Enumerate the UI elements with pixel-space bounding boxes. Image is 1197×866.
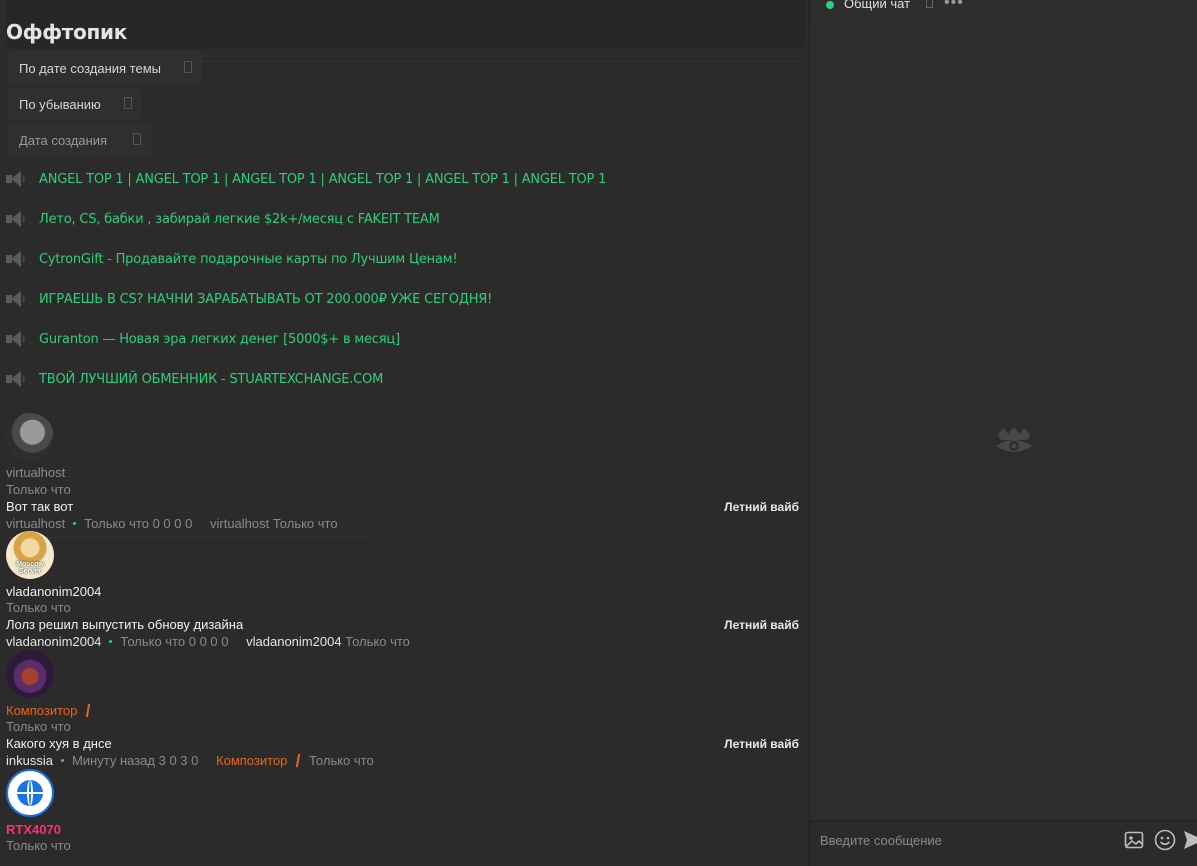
thread-author[interactable]: RTX4070 [6,822,61,837]
last-post-user[interactable]: virtualhost [210,516,269,531]
sort-field-dropdown[interactable]: По дате создания темы [8,51,202,85]
thread-forum[interactable]: Летний вайб [724,737,799,751]
megaphone-icon [6,291,28,307]
thread-title[interactable]: Какого хуя в днсе [6,736,112,751]
thread-item[interactable]: Moscow Server vladanonim2004 Только что … [6,531,806,651]
thread-item[interactable]: virtualhost Только что Вот так вот Летни… [6,413,806,538]
meta-time: Только что [120,634,186,649]
main-content: Оффтопик По дате создания темы По убыван… [0,0,808,866]
thread-stats: 0 0 0 0 [188,634,229,649]
promo-link[interactable]: ИГРАЕШЬ В CS? НАЧНИ ЗАРАБАТЫВАТЬ ОТ 200.… [39,292,492,307]
last-post-time: Только что [272,516,338,531]
chat-panel: Общий чат ••• Введите сообщение [809,0,1197,866]
meta-user[interactable]: inkussia [6,753,53,768]
chat-messages [810,22,1197,820]
date-filter-label: Дата создания [19,132,108,148]
page-title: Оффтопик [6,20,128,44]
thread-meta: vladanonim2004 Только что 0 0 0 0 vladano… [6,634,410,649]
thread-time: Только что [6,719,71,734]
message-input[interactable]: Введите сообщение [820,833,942,848]
chevron-down-icon [124,97,132,109]
promo-link[interactable]: Лето, CS, бабки , забирай легкие $2k+/ме… [39,212,440,227]
promo-item[interactable]: ИГРАЕШЬ В CS? НАЧНИ ЗАРАБАТЫВАТЬ ОТ 200.… [6,289,492,309]
avatar[interactable] [6,650,54,698]
sort-order-label: По убыванию [19,96,101,112]
megaphone-icon [6,211,28,227]
logo-icon [996,427,1032,452]
chevron-down-icon [133,133,141,145]
promo-item[interactable]: ANGEL TOP 1 | ANGEL TOP 1 | ANGEL TOP 1 … [6,169,606,189]
thread-author[interactable]: virtualhost [6,465,65,480]
date-filter-dropdown[interactable]: Дата создания [8,123,151,157]
chevron-down-icon [184,61,192,73]
thread-time: Только что [6,838,71,853]
promo-link[interactable]: ТВОЙ ЛУЧШИЙ ОБМЕННИК - STUARTEXCHANGE.CO… [39,372,383,387]
promo-item[interactable]: Guranton — Новая эра легких денег [5000$… [6,329,400,349]
smile-icon[interactable] [1154,829,1176,851]
meta-time: Только что [84,516,149,531]
title-bar: Оффтопик [6,0,806,49]
image-icon[interactable] [1124,830,1144,850]
dot-separator [109,640,113,643]
thread-meta: inkussia Минуту назад 3 0 3 0 Композитор … [6,753,374,768]
thread-time: Только что [6,482,71,497]
app-root: Оффтопик По дате создания темы По убыван… [0,0,1197,866]
thread-author[interactable]: Композитор [6,703,91,718]
megaphone-icon [6,371,28,387]
avatar[interactable] [6,769,54,817]
meta-time: Минуту назад [71,753,155,768]
send-icon[interactable] [1184,830,1197,850]
chat-input-bar: Введите сообщение [810,821,1197,866]
thread-item[interactable]: Композитор Только что Какого хуя в днсе … [6,650,806,770]
thread-meta: virtualhost Только что 0 0 0 0 virtualhos… [6,516,338,531]
last-post-time: Только что [309,753,374,768]
last-post-time: Только что [345,634,410,649]
thread-time: Только что [6,600,71,615]
thread-stats: 3 0 3 0 [158,753,199,768]
chat-header: Общий чат ••• [810,0,1197,22]
promo-item[interactable]: Лето, CS, бабки , забирай легкие $2k+/ме… [6,209,440,229]
meta-user[interactable]: virtualhost [6,516,65,531]
chat-title[interactable]: Общий чат [844,0,910,11]
divider [200,61,800,62]
megaphone-icon [6,171,28,187]
online-status-icon [826,1,834,9]
megaphone-icon [6,251,28,267]
promo-link[interactable]: CytronGift - Продавайте подарочные карты… [39,252,458,267]
avatar-label: Moscow Server [16,561,44,575]
more-icon[interactable]: ••• [944,0,964,12]
thread-item[interactable]: RTX4070 Только что [6,769,806,866]
promo-item[interactable]: CytronGift - Продавайте подарочные карты… [6,249,458,269]
thread-forum[interactable]: Летний вайб [724,500,799,514]
thread-author[interactable]: vladanonim2004 [6,584,101,599]
sort-field-label: По дате создания темы [19,60,161,76]
meta-user[interactable]: vladanonim2004 [6,634,101,649]
thread-stats: 0 0 0 0 [152,516,193,531]
dot-separator [73,522,77,525]
avatar[interactable]: Moscow Server [6,531,54,579]
thread-forum[interactable]: Летний вайб [724,618,799,632]
avatar[interactable] [6,413,54,461]
megaphone-icon [6,331,28,347]
promo-link[interactable]: ANGEL TOP 1 | ANGEL TOP 1 | ANGEL TOP 1 … [39,172,606,187]
promo-item[interactable]: ТВОЙ ЛУЧШИЙ ОБМЕННИК - STUARTEXCHANGE.CO… [6,369,383,389]
thread-title[interactable]: Вот так вот [6,499,73,514]
thread-title[interactable]: Лолз решил выпустить обнову дизайна [6,617,243,632]
last-post-user[interactable]: Композитор [216,753,287,768]
last-post-user[interactable]: vladanonim2004 [246,634,341,649]
dot-separator [60,759,64,762]
promo-link[interactable]: Guranton — Новая эра легких денег [5000$… [39,332,400,347]
sort-order-dropdown[interactable]: По убыванию [8,87,142,121]
expand-icon[interactable] [926,0,933,8]
